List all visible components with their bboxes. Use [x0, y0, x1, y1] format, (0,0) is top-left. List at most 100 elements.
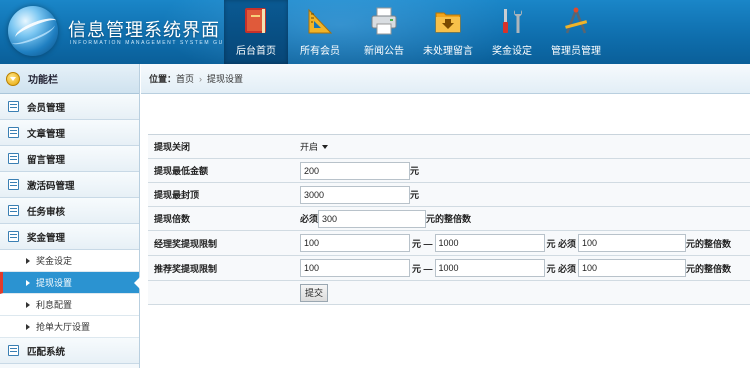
breadcrumb-home-link[interactable]: 首页: [176, 72, 194, 85]
sidebar-section-label: 奖金管理: [27, 232, 66, 244]
sidebar-item-label: 抢单大厅设置: [36, 322, 91, 332]
unit-label: 元: [410, 166, 420, 176]
form-label: 提现最封顶: [154, 190, 200, 200]
sidebar-section-label: 会员管理: [27, 102, 66, 114]
list-icon: [8, 101, 19, 112]
referral-min-input[interactable]: [300, 259, 410, 277]
form-label: 提现倍数: [154, 214, 191, 224]
max-cap-input[interactable]: [300, 185, 410, 204]
sidebar-section-label: 任务审核: [27, 206, 66, 218]
tools-icon: [503, 9, 522, 33]
edit-icon: [8, 205, 19, 216]
form-label: 提现最低金额: [154, 166, 209, 176]
manager-multiple-input[interactable]: [578, 234, 687, 252]
breadcrumb-separator: ›: [199, 73, 203, 84]
caret-right-icon: [26, 279, 30, 286]
top-header: 信息管理系统界面 INFORMATION MANAGEMENT SYSTEM G…: [0, 0, 750, 64]
form-row-max-cap: 提现最封顶 元: [148, 183, 750, 207]
sidebar-section-bonus[interactable]: 奖金管理: [0, 224, 139, 250]
nav-news[interactable]: 新闻公告: [352, 0, 416, 64]
form-row-manager-limit: 经理奖提现限制 元 — 元 必须 元的整倍数: [148, 231, 750, 256]
withdraw-toggle-select[interactable]: 开启: [300, 140, 329, 153]
sidebar-section-task-review[interactable]: 任务审核: [0, 198, 139, 224]
app-title: 信息管理系统界面: [68, 20, 220, 40]
printer-icon: [371, 7, 397, 35]
prefix-label: 必须: [300, 214, 319, 224]
select-value: 开启: [300, 142, 319, 152]
form-row-submit: 提交: [148, 281, 750, 305]
referral-max-input[interactable]: [434, 259, 545, 277]
chevron-down-icon: [322, 144, 329, 149]
nav-bonus-label: 奖金设定: [492, 46, 532, 57]
edit-icon: [8, 153, 19, 164]
sidebar-item-bonus-settings[interactable]: 奖金设定: [0, 250, 139, 272]
nav-members[interactable]: 所有会员: [288, 0, 352, 64]
sidebar-section-label: 留言管理: [27, 154, 66, 166]
nav-news-label: 新闻公告: [364, 46, 404, 57]
dash-label: 元 —: [412, 238, 433, 249]
unit-label: 元的整倍数: [426, 214, 472, 224]
nav-messages[interactable]: 未处理留言: [416, 0, 480, 64]
form-label: 提现关闭: [154, 142, 191, 152]
mid-label: 元 必须: [546, 263, 577, 274]
manager-min-input[interactable]: [300, 234, 410, 252]
sidebar-item-label: 利息配置: [36, 300, 73, 310]
app-subtitle: INFORMATION MANAGEMENT SYSTEM GUI: [70, 40, 227, 46]
breadcrumb: 位置： 首页 › 提现设置: [141, 64, 750, 94]
sidebar-header-label: 功能栏: [28, 75, 58, 86]
ruler-triangle-icon: [308, 8, 333, 34]
sidebar-section-members[interactable]: 会员管理: [0, 94, 139, 120]
form-row-multiple: 提现倍数 必须 元的整倍数: [148, 207, 750, 231]
compass-tools-icon: [565, 7, 588, 34]
nav-home[interactable]: 后台首页: [224, 0, 288, 64]
mid-label: 元 必须: [546, 238, 577, 249]
sidebar-item-interest-config[interactable]: 利息配置: [0, 294, 139, 316]
calendar-icon: [8, 231, 19, 242]
calendar-icon: [8, 345, 19, 356]
edit-icon: [8, 127, 19, 138]
unit-label: 元: [410, 190, 420, 200]
sidebar-section-label: 激活码管理: [27, 180, 75, 192]
nav-home-label: 后台首页: [236, 46, 276, 57]
sidebar-section-matching[interactable]: 匹配系统: [0, 338, 139, 364]
multiple-input[interactable]: [318, 209, 427, 228]
form-label: 经理奖提现限制: [154, 238, 218, 249]
submit-button[interactable]: 提交: [300, 283, 329, 302]
sidebar-item-label: 奖金设定: [36, 256, 73, 266]
sidebar-section-messages[interactable]: 留言管理: [0, 146, 139, 172]
form-row-min-amount: 提现最低金额 元: [148, 159, 750, 183]
nav-admins-label: 管理员管理: [551, 46, 601, 57]
sidebar-item-withdraw-settings[interactable]: 提现设置: [0, 272, 140, 294]
nav-bonus[interactable]: 奖金设定: [480, 0, 544, 64]
nav-messages-label: 未处理留言: [423, 46, 473, 57]
sidebar-header[interactable]: 功能栏: [0, 64, 139, 94]
caret-right-icon: [26, 301, 30, 308]
folder-download-icon: [435, 12, 461, 33]
book-icon: [245, 8, 266, 33]
sidebar-section-activation-codes[interactable]: 激活码管理: [0, 172, 139, 198]
sidebar-item-order-hall-settings[interactable]: 抢单大厅设置: [0, 316, 139, 338]
collapse-icon: [6, 71, 20, 86]
form-row-referral-limit: 推荐奖提现限制 元 — 元 必须 元的整倍数: [148, 256, 750, 281]
referral-multiple-input[interactable]: [578, 259, 687, 277]
manager-max-input[interactable]: [434, 234, 545, 252]
sidebar-section-label: 匹配系统: [27, 346, 66, 358]
sidebar-section-articles[interactable]: 文章管理: [0, 120, 139, 146]
sidebar-section-label: 文章管理: [27, 128, 66, 140]
nav-members-label: 所有会员: [300, 46, 340, 57]
calendar-icon: [8, 179, 19, 190]
unit-label: 元的整倍数: [686, 263, 732, 274]
withdraw-settings-form: 提现关闭 开启 提现最低金额 元 提现最封顶 元 提现倍数 必须 元的整倍数 经…: [148, 134, 750, 305]
min-amount-input[interactable]: [300, 161, 410, 180]
form-row-withdraw-toggle: 提现关闭 开启: [148, 135, 750, 159]
globe-logo-icon: [8, 6, 60, 56]
breadcrumb-location-label: 位置：: [149, 74, 177, 84]
form-label: 推荐奖提现限制: [154, 263, 218, 274]
nav-admins[interactable]: 管理员管理: [544, 0, 608, 64]
breadcrumb-current: 提现设置: [207, 74, 244, 84]
top-nav: 后台首页 所有会员 新闻公告 未处理留言 奖金设定 管理员管理: [224, 0, 608, 64]
sidebar: 功能栏 会员管理 文章管理 留言管理 激活码管理 任务审核 奖金管理 奖金设定 …: [0, 64, 140, 368]
sidebar-item-label: 提现设置: [36, 278, 73, 288]
unit-label: 元的整倍数: [686, 238, 732, 249]
caret-right-icon: [26, 257, 30, 264]
